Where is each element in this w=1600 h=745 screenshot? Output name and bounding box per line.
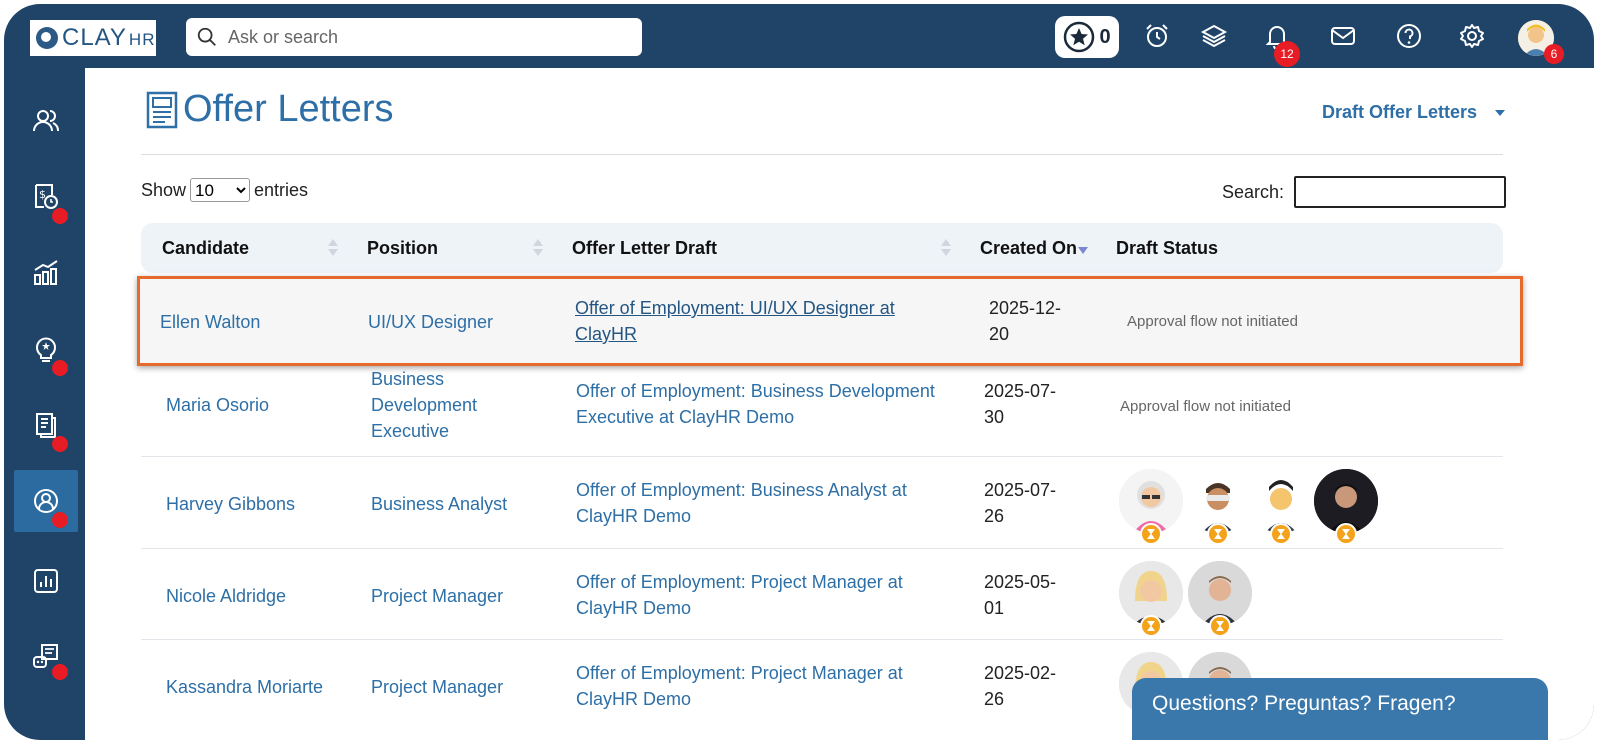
offer-draft-link[interactable]: Offer of Employment: UI/UX Designer at C…	[575, 295, 925, 347]
alarm-clock-icon[interactable]	[1143, 22, 1171, 50]
offer-draft-link[interactable]: Offer of Employment: Business Analyst at…	[576, 477, 936, 529]
logo-mark-icon	[36, 27, 58, 49]
star-count: 0	[1099, 25, 1111, 48]
sidebar-item-analytics[interactable]	[14, 242, 78, 304]
created-on: 2025-12-20	[989, 298, 1062, 344]
reports-icon	[34, 569, 58, 593]
offer-draft-link[interactable]: Offer of Employment: Project Manager at …	[576, 569, 936, 621]
profile-count-badge: 6	[1544, 44, 1564, 64]
position-link[interactable]: Project Manager	[371, 583, 503, 609]
sidebar-item-documents[interactable]	[14, 394, 78, 456]
search-input[interactable]	[228, 26, 618, 48]
sidebar-item-people[interactable]	[14, 90, 78, 152]
help-icon[interactable]	[1395, 22, 1423, 50]
recruiting-alert-dot	[52, 512, 68, 528]
created-on: 2025-02-26	[984, 663, 1057, 709]
show-label: Show	[141, 179, 187, 200]
ideas-alert-dot	[52, 360, 68, 376]
bot-alert-dot	[52, 664, 68, 680]
table-search: Search:	[1222, 176, 1507, 208]
draft-status: Approval flow not initiated	[1127, 313, 1298, 330]
people-icon	[33, 110, 59, 132]
pending-hourglass-icon	[1335, 523, 1357, 545]
support-chat-button[interactable]: Questions? Preguntas? Fragen?	[1132, 678, 1548, 740]
pending-hourglass-icon	[1140, 615, 1162, 637]
sort-icon[interactable]	[533, 239, 543, 259]
chevron-down-icon	[1495, 109, 1506, 116]
column-created-on[interactable]: Created On	[980, 238, 1077, 259]
entries-label: entries	[254, 179, 309, 200]
search-icon	[197, 27, 216, 46]
layers-icon[interactable]	[1200, 22, 1228, 50]
sidebar: $	[4, 68, 84, 740]
offer-draft-link[interactable]: Offer of Employment: Project Manager at …	[576, 660, 936, 712]
draft-offer-letters-label: Draft Offer Letters	[1322, 102, 1478, 122]
sidebar-item-ideas[interactable]	[14, 318, 78, 380]
sidebar-item-bot[interactable]	[14, 626, 78, 688]
table-row[interactable]: Harvey Gibbons Business Analyst Offer of…	[141, 457, 1503, 549]
global-search[interactable]	[186, 18, 642, 56]
main-content: Offer Letters Draft Offer Letters Show 1…	[85, 68, 1594, 740]
star-icon	[1064, 21, 1095, 53]
clayhr-logo[interactable]: CLAY HR	[30, 20, 156, 56]
created-on: 2025-07-30	[984, 381, 1057, 427]
sidebar-item-payroll[interactable]: $	[14, 166, 78, 228]
sort-icon[interactable]	[941, 239, 951, 259]
draft-offer-letters-dropdown[interactable]: Draft Offer Letters	[1322, 102, 1506, 123]
top-bar: CLAYHR 0 12 6	[4, 4, 1594, 68]
sidebar-item-recruiting[interactable]	[14, 470, 78, 532]
gear-icon[interactable]	[1458, 22, 1486, 50]
documents-alert-dot	[52, 436, 68, 452]
pending-hourglass-icon	[1209, 615, 1231, 637]
created-on: 2025-05-01	[984, 572, 1057, 618]
notification-count-badge: 12	[1274, 41, 1300, 67]
position-link[interactable]: Project Manager	[371, 674, 503, 700]
title-divider	[141, 154, 1503, 155]
candidate-link[interactable]: Ellen Walton	[160, 309, 260, 335]
position-link[interactable]: UI/UX Designer	[368, 309, 493, 335]
table-header: Candidate Position Offer Letter Draft Cr…	[141, 223, 1503, 273]
column-candidate[interactable]: Candidate	[162, 238, 249, 259]
pending-hourglass-icon	[1140, 523, 1162, 545]
candidate-link[interactable]: Maria Osorio	[166, 392, 269, 418]
column-offer-letter-draft[interactable]: Offer Letter Draft	[572, 238, 717, 259]
table-search-input[interactable]	[1294, 176, 1507, 208]
table-search-label: Search:	[1222, 181, 1285, 202]
created-on: 2025-07-26	[984, 480, 1057, 526]
table-row[interactable]: Ellen Walton UI/UX Designer Offer of Emp…	[137, 276, 1523, 366]
sidebar-item-reports[interactable]	[14, 550, 78, 612]
table-row[interactable]: Nicole Aldridge Project Manager Offer of…	[141, 549, 1503, 640]
analytics-icon	[34, 260, 58, 285]
column-draft-status: Draft Status	[1116, 238, 1219, 258]
candidate-link[interactable]: Kassandra Moriarte	[166, 674, 323, 700]
sort-desc-icon[interactable]	[1078, 247, 1088, 254]
entries-select[interactable]: 10	[190, 178, 251, 202]
entries-length-control: Show 10 entries	[141, 178, 308, 202]
page-header: Offer Letters	[145, 88, 394, 131]
table-row[interactable]: Maria Osorio Business Development Execut…	[141, 366, 1503, 457]
payroll-alert-dot	[52, 208, 68, 224]
pending-hourglass-icon	[1270, 523, 1292, 545]
mail-icon[interactable]	[1329, 22, 1357, 50]
logo-name: CLAY	[62, 24, 127, 51]
offer-letter-icon	[146, 91, 178, 128]
column-position[interactable]: Position	[367, 238, 438, 259]
star-points-button[interactable]: 0	[1055, 16, 1119, 58]
draft-status: Approval flow not initiated	[1120, 398, 1291, 415]
position-link[interactable]: Business Analyst	[371, 491, 507, 517]
page-title: Offer Letters	[183, 88, 394, 130]
candidate-link[interactable]: Harvey Gibbons	[166, 491, 295, 517]
pending-hourglass-icon	[1207, 523, 1229, 545]
candidate-link[interactable]: Nicole Aldridge	[166, 583, 286, 609]
logo-suffix: HR	[128, 30, 156, 49]
offer-draft-link[interactable]: Offer of Employment: Business Developmen…	[576, 378, 956, 430]
position-link[interactable]: Business Development Executive	[371, 366, 501, 444]
sort-icon[interactable]	[328, 239, 338, 259]
app-frame: CLAYHR 0 12 6	[4, 4, 1594, 740]
